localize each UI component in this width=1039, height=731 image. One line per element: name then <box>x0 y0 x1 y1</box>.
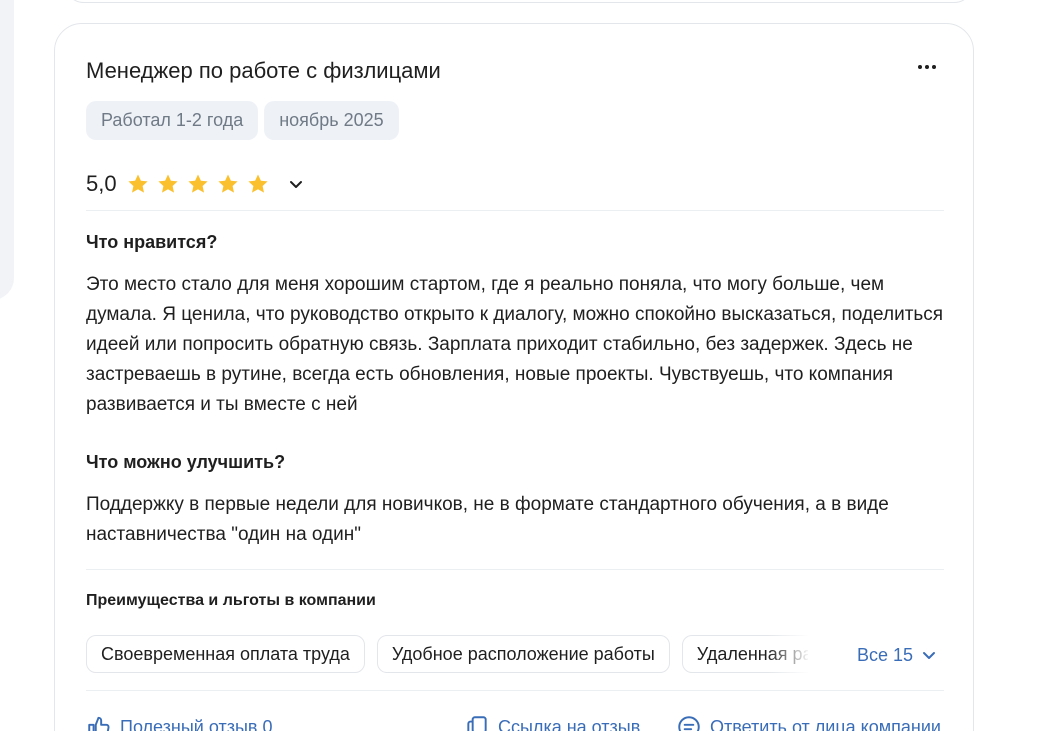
divider <box>86 210 944 211</box>
reply-as-company-label: Ответить от лица компании <box>710 716 941 731</box>
more-dots-icon <box>918 65 936 69</box>
show-all-benefits-button[interactable]: Все 15 <box>857 642 937 668</box>
tag-experience: Работал 1-2 года <box>86 101 259 140</box>
review-link-button[interactable]: Ссылка на отзыв <box>464 714 640 731</box>
useful-review-label: Полезный отзыв 0 <box>120 716 273 731</box>
benefits-chips: Своевременная оплата труда Удобное распо… <box>86 635 808 673</box>
previous-review-card <box>64 0 974 3</box>
review-title: Менеджер по работе с физлицами <box>86 58 441 83</box>
rating-details-toggle[interactable] <box>284 172 308 196</box>
divider <box>86 569 944 570</box>
review-actions: Полезный отзыв 0 Ссылка на отзыв Ответит… <box>86 714 946 731</box>
benefit-chip[interactable]: Своевременная оплата труда <box>86 635 365 673</box>
chat-bubble-icon <box>678 716 700 731</box>
chevron-down-icon <box>923 652 936 659</box>
divider <box>86 690 944 691</box>
star-icon <box>127 174 148 193</box>
more-options-button[interactable] <box>907 51 947 83</box>
review-card: Менеджер по работе с физлицами Работал 1… <box>54 23 974 731</box>
left-panel-edge <box>0 0 14 300</box>
star-icon <box>247 174 268 193</box>
tag-date: ноябрь 2025 <box>264 101 399 140</box>
chips-fade-overlay <box>768 635 828 673</box>
show-all-label: Все 15 <box>857 644 914 665</box>
improve-heading: Что можно улучшить? <box>86 452 286 472</box>
improve-text: Поддержку в первые недели для новичков, … <box>86 494 889 545</box>
benefits-heading: Преимущества и льготы в компании <box>86 592 376 609</box>
reply-as-company-button[interactable]: Ответить от лица компании <box>676 714 941 731</box>
rating-stars <box>126 172 270 196</box>
useful-review-button[interactable]: Полезный отзыв 0 <box>86 714 272 731</box>
link-copy-icon <box>467 716 487 731</box>
star-icon <box>217 174 238 193</box>
likes-heading: Что нравится? <box>86 232 218 252</box>
chevron-down-icon <box>289 181 302 188</box>
star-icon <box>187 174 208 193</box>
review-link-label: Ссылка на отзыв <box>498 716 641 731</box>
benefit-chip[interactable]: Удобное расположение работы <box>376 635 670 673</box>
rating-value: 5,0 <box>86 171 117 196</box>
likes-text: Это место стало для меня хорошим стартом… <box>86 274 944 415</box>
thumbs-up-icon <box>88 716 110 731</box>
star-icon <box>157 174 178 193</box>
review-tags: Работал 1-2 года ноябрь 2025 <box>86 101 399 140</box>
rating-row: 5,0 <box>86 166 308 202</box>
